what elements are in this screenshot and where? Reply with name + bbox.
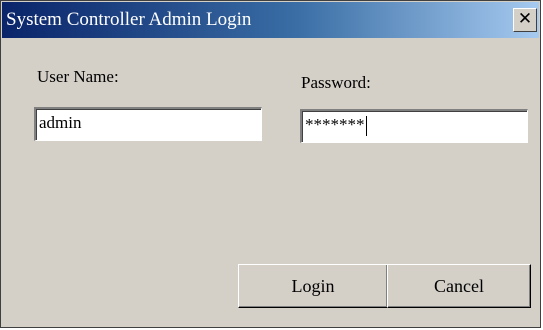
- username-value: admin: [39, 113, 82, 132]
- password-value: *******: [305, 115, 365, 134]
- text-caret: [365, 116, 367, 137]
- close-icon: ✕: [517, 9, 533, 29]
- username-label: User Name:: [37, 67, 119, 86]
- login-button[interactable]: Login: [238, 264, 388, 308]
- close-button[interactable]: ✕: [513, 8, 537, 32]
- cancel-button[interactable]: Cancel: [387, 264, 531, 308]
- title-bar[interactable]: System Controller Admin Login ✕: [2, 2, 539, 38]
- window-title: System Controller Admin Login: [6, 9, 252, 30]
- username-field[interactable]: admin: [34, 107, 262, 141]
- password-field[interactable]: *******: [300, 109, 528, 143]
- login-dialog: System Controller Admin Login ✕ User Nam…: [0, 0, 541, 328]
- password-label: Password:: [301, 73, 371, 92]
